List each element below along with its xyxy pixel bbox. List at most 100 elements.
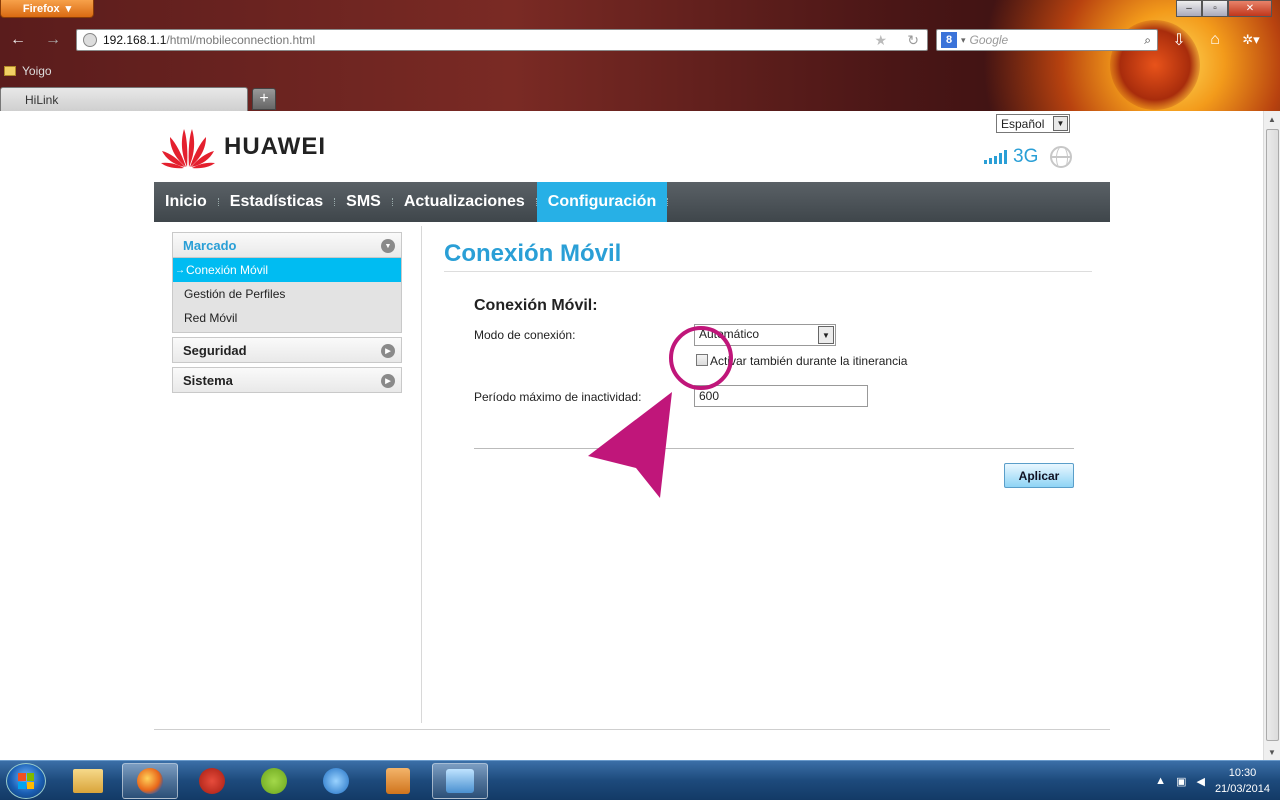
- page-title: Conexión Móvil: [444, 240, 622, 267]
- maximize-button[interactable]: ▫: [1202, 0, 1228, 17]
- scroll-thumb[interactable]: [1266, 129, 1279, 741]
- form-divider: [474, 448, 1074, 449]
- search-bar[interactable]: 8 ▾ Google ⌕: [936, 29, 1158, 51]
- taskbar-explorer[interactable]: [60, 763, 116, 799]
- content-divider: [421, 226, 422, 723]
- sidebar-item-red-movil[interactable]: Red Móvil: [173, 306, 401, 330]
- url-path: /html/mobileconnection.html: [166, 33, 316, 47]
- new-tab-button[interactable]: +: [252, 88, 276, 110]
- bookmark-star-icon[interactable]: ★: [874, 32, 887, 49]
- window-controls: ‒ ▫ ✕: [1176, 0, 1272, 17]
- back-icon[interactable]: ←: [7, 29, 29, 51]
- nav-actualizaciones[interactable]: Actualizaciones: [393, 182, 536, 222]
- network-status: 3G: [984, 146, 1073, 168]
- addon-icon[interactable]: ✲▾: [1240, 29, 1262, 51]
- search-placeholder: Google: [969, 33, 1009, 47]
- site-identity-icon[interactable]: [83, 33, 97, 47]
- download-icon[interactable]: ⇩: [1168, 29, 1190, 51]
- roaming-label: Activar también durante la itinerancia: [710, 354, 908, 368]
- scroll-up-icon[interactable]: ▲: [1264, 111, 1280, 127]
- nav-inicio[interactable]: Inicio: [154, 182, 218, 222]
- nav-label: SMS: [346, 193, 381, 210]
- expand-icon[interactable]: ▶: [381, 374, 395, 388]
- search-icon[interactable]: ⌕: [1144, 33, 1151, 48]
- nav-label: Actualizaciones: [403, 193, 525, 210]
- language-value: Español: [1001, 116, 1045, 131]
- windows-logo-icon: [18, 773, 34, 789]
- network-icon[interactable]: ▣: [1176, 775, 1186, 788]
- mobile-connection-form: Conexión Móvil: Modo de conexión: Automá…: [474, 297, 1074, 488]
- section-title: Marcado: [183, 237, 237, 253]
- address-bar[interactable]: 192.168.1.1 /html/mobileconnection.html …: [76, 29, 928, 51]
- start-button[interactable]: [6, 763, 46, 799]
- ccleaner-icon: [199, 768, 225, 794]
- language-select[interactable]: Español ▼: [996, 114, 1070, 133]
- idle-period-input[interactable]: 600: [694, 385, 868, 407]
- sidebar-section-sistema[interactable]: Sistema ▶: [172, 367, 402, 393]
- title-underline: [444, 271, 1092, 272]
- section-title: Seguridad: [183, 342, 247, 358]
- sidebar-item-gestion-perfiles[interactable]: Gestión de Perfiles: [173, 282, 401, 306]
- taskbar: ▲ ▣ ◀ 10:30 21/03/2014: [0, 760, 1280, 800]
- search-engine-icon[interactable]: 8: [941, 32, 957, 48]
- chevron-down-icon[interactable]: ▼: [1053, 116, 1068, 131]
- roaming-checkbox[interactable]: [696, 354, 708, 366]
- nav-separator: [667, 198, 669, 206]
- chevron-down-icon: ▾: [961, 34, 966, 45]
- submenu-marcado: → Conexión Móvil Gestión de Perfiles Red…: [172, 258, 402, 333]
- taskbar-spotify[interactable]: [246, 763, 302, 799]
- scroll-down-icon[interactable]: ▼: [1264, 744, 1280, 760]
- firefox-menu-label: Firefox: [22, 2, 60, 15]
- collapse-icon[interactable]: ▼: [381, 239, 395, 253]
- sidebar: Marcado ▼ → Conexión Móvil Gestión de Pe…: [172, 232, 402, 397]
- arrow-right-icon: →: [175, 264, 185, 276]
- taskbar-media-player[interactable]: [370, 763, 426, 799]
- connection-mode-value: Automático: [699, 327, 760, 341]
- internet-globe-icon: [1050, 146, 1073, 168]
- show-hidden-icons-icon[interactable]: ▲: [1155, 775, 1166, 787]
- connection-mode-label: Modo de conexión:: [474, 328, 576, 342]
- folder-icon: [4, 66, 16, 76]
- home-icon[interactable]: ⌂: [1204, 29, 1226, 51]
- sidebar-section-marcado[interactable]: Marcado ▼: [172, 232, 402, 258]
- apply-button[interactable]: Aplicar: [1004, 463, 1074, 488]
- taskbar-control-panel[interactable]: [432, 763, 488, 799]
- taskbar-itunes[interactable]: [308, 763, 364, 799]
- huawei-flower-icon: [161, 129, 215, 169]
- tab-hilink[interactable]: HiLink: [0, 87, 248, 111]
- signal-strength-icon: [984, 150, 1007, 164]
- expand-icon[interactable]: ▶: [381, 344, 395, 358]
- nav-sms[interactable]: SMS: [335, 182, 392, 222]
- page-footer-line: [154, 729, 1110, 730]
- connection-mode-select[interactable]: Automático ▼: [694, 324, 836, 346]
- sidebar-item-label: Red Móvil: [184, 311, 238, 325]
- clock[interactable]: 10:30 21/03/2014: [1215, 765, 1270, 797]
- url-host: 192.168.1.1: [103, 33, 167, 47]
- spotify-icon: [261, 768, 287, 794]
- taskbar-ccleaner[interactable]: [184, 763, 240, 799]
- sidebar-item-conexion-movil[interactable]: → Conexión Móvil: [173, 258, 401, 282]
- taskbar-firefox[interactable]: [122, 763, 178, 799]
- minimize-button[interactable]: ‒: [1176, 0, 1202, 17]
- section-title: Sistema: [183, 372, 233, 388]
- sidebar-section-seguridad[interactable]: Seguridad ▶: [172, 337, 402, 363]
- itunes-icon: [323, 768, 349, 794]
- bookmark-yoigo[interactable]: Yoigo: [22, 64, 52, 78]
- nav-configuracion[interactable]: Configuración: [536, 182, 668, 222]
- page-scrollbar[interactable]: ▲ ▼: [1263, 111, 1280, 760]
- form-heading: Conexión Móvil:: [474, 297, 598, 314]
- nav-estadisticas[interactable]: Estadísticas: [219, 182, 334, 222]
- chevron-down-icon[interactable]: ▼: [818, 326, 834, 344]
- sidebar-item-label: Conexión Móvil: [186, 263, 269, 277]
- brand-wordmark: HUAWEI: [224, 133, 326, 160]
- close-window-button[interactable]: ✕: [1228, 0, 1272, 17]
- reload-icon[interactable]: ↻: [907, 32, 919, 49]
- nav-label: Inicio: [165, 193, 207, 210]
- firefox-menu-button[interactable]: Firefox ▾: [0, 0, 94, 18]
- volume-icon[interactable]: ◀: [1196, 775, 1204, 788]
- idle-period-label: Período máximo de inactividad:: [474, 390, 642, 404]
- clock-date: 21/03/2014: [1214, 783, 1270, 795]
- forward-icon[interactable]: →: [42, 29, 64, 51]
- bookmarks-toolbar: Yoigo: [4, 64, 52, 78]
- network-type: 3G: [1013, 146, 1039, 167]
